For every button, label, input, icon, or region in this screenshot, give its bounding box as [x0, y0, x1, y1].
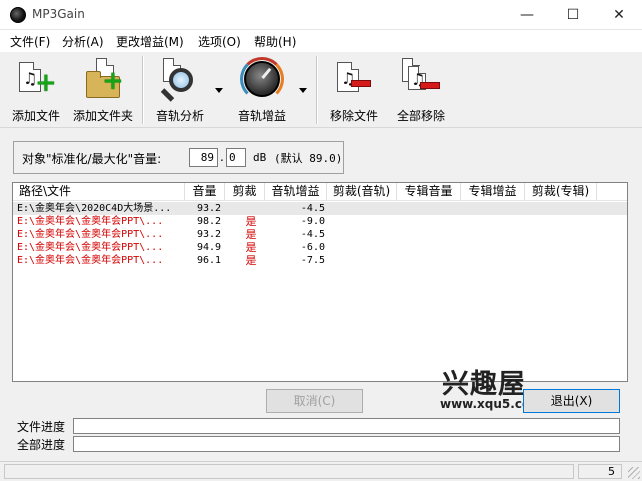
resize-grip-icon[interactable] [628, 467, 640, 479]
remove-all-label: 全部移除 [396, 109, 445, 123]
target-volume-integer-input[interactable]: 89 [189, 148, 218, 167]
row-clip: 是 [245, 254, 257, 267]
menu-file[interactable]: 文件(F) [10, 33, 50, 50]
track-analysis-button[interactable]: 音轨分析 [150, 56, 210, 126]
gain-knob-icon [240, 57, 284, 101]
minimize-button[interactable]: — [504, 0, 550, 30]
file-progress-bar [73, 418, 620, 434]
toolbar: ♫ + 添加文件 + 添加文件夹 音轨分析 音轨增益 ♫ 移除文件 ♫ 全部移除 [0, 52, 642, 128]
table-row[interactable]: E:\金奥年会\金奥年会PPT\... 96.1 是 -7.5 [13, 254, 627, 267]
add-file-label: 添加文件 [11, 109, 60, 123]
db-unit: dB [253, 151, 267, 164]
total-progress-label: 全部进度 [17, 438, 66, 452]
row-path: E:\金奥年会\金奥年会PPT\... [17, 229, 164, 240]
row-clip [231, 202, 271, 215]
add-folder-icon: + [84, 58, 124, 100]
menu-analysis[interactable]: 分析(A) [62, 33, 104, 50]
row-gain: -7.5 [300, 255, 325, 266]
row-clip: 是 [245, 215, 257, 228]
file-progress-label: 文件进度 [17, 420, 66, 434]
default-volume-hint: (默认 89.0) [274, 152, 343, 165]
add-folder-button[interactable]: + 添加文件夹 [70, 56, 136, 126]
table-row[interactable]: E:\金奥年会\金奥年会PPT\... 93.2 是 -4.5 [13, 228, 627, 241]
row-volume: 94.9 [196, 242, 222, 253]
column-track-gain[interactable]: 音轨增益 [265, 183, 327, 201]
row-gain: -4.5 [300, 229, 325, 240]
magnifier-icon [160, 58, 199, 102]
column-clip[interactable]: 剪裁 [225, 183, 265, 201]
row-clip: 是 [245, 228, 257, 241]
decimal-point: . [220, 150, 224, 164]
toolbar-separator [142, 56, 144, 124]
file-count: 5 [578, 464, 622, 479]
column-clip-track[interactable]: 剪裁(音轨) [327, 183, 397, 201]
target-volume-group: 对象"标准化/最大化"音量: 89 . 0 dB (默认 89.0) [13, 141, 344, 174]
total-progress-bar [73, 436, 620, 452]
status-bar: 5 [0, 461, 642, 481]
table-row[interactable]: E:\金奥年会\金奥年会PPT\... 94.9 是 -6.0 [13, 241, 627, 254]
row-volume: 93.2 [196, 203, 222, 214]
track-gain-button[interactable]: 音轨增益 [232, 56, 292, 126]
add-file-button[interactable]: ♫ + 添加文件 [8, 56, 64, 126]
add-file-icon: ♫ + [17, 58, 57, 100]
add-folder-label: 添加文件夹 [72, 109, 133, 123]
close-button[interactable]: ✕ [596, 0, 642, 30]
column-path[interactable]: 路径\文件 [13, 183, 185, 201]
menu-modify-gain[interactable]: 更改增益(M) [116, 33, 184, 50]
menu-options[interactable]: 选项(O) [198, 33, 241, 50]
row-volume: 98.2 [196, 216, 222, 227]
track-gain-dropdown-icon[interactable] [299, 88, 307, 93]
column-album-gain[interactable]: 专辑增益 [461, 183, 525, 201]
track-gain-label: 音轨增益 [237, 109, 286, 123]
title-bar: MP3Gain — ☐ ✕ [0, 0, 642, 30]
row-gain: -4.5 [300, 203, 325, 214]
window-title: MP3Gain [32, 7, 85, 21]
row-volume: 93.2 [196, 229, 222, 240]
file-list[interactable]: 路径\文件 音量 剪裁 音轨增益 剪裁(音轨) 专辑音量 专辑增益 剪裁(专辑)… [12, 182, 628, 382]
menu-bar: 文件(F) 分析(A) 更改增益(M) 选项(O) 帮助(H) [0, 30, 642, 52]
remove-file-label: 移除文件 [329, 109, 378, 123]
remove-file-icon: ♫ [335, 58, 373, 100]
column-clip-album[interactable]: 剪裁(专辑) [525, 183, 597, 201]
track-analysis-dropdown-icon[interactable] [215, 88, 223, 93]
remove-file-button[interactable]: ♫ 移除文件 [326, 56, 382, 126]
status-panel-main [4, 464, 574, 479]
column-volume[interactable]: 音量 [185, 183, 225, 201]
watermark-title: 兴趣屋 [442, 369, 526, 400]
maximize-button[interactable]: ☐ [550, 0, 596, 30]
target-volume-decimal-input[interactable]: 0 [226, 148, 246, 167]
column-album-volume[interactable]: 专辑音量 [397, 183, 461, 201]
table-row[interactable]: E:\金奥年会\金奥年会PPT\... 98.2 是 -9.0 [13, 215, 627, 228]
remove-all-icon: ♫ [402, 58, 440, 100]
cancel-button[interactable]: 取消(C) [266, 389, 363, 413]
row-path: E:\金奥年会\金奥年会PPT\... [17, 216, 164, 227]
remove-all-button[interactable]: ♫ 全部移除 [392, 56, 450, 126]
row-gain: -9.0 [300, 216, 325, 227]
track-analysis-label: 音轨分析 [155, 109, 204, 123]
toolbar-separator [316, 56, 318, 124]
mp3gain-app-icon [10, 7, 26, 23]
target-volume-label: 对象"标准化/最大化"音量: [22, 152, 162, 166]
row-path: E:\金奥年会\金奥年会PPT\... [17, 255, 164, 266]
row-clip: 是 [245, 241, 257, 254]
exit-button[interactable]: 退出(X) [523, 389, 620, 413]
table-row[interactable]: E:\金奥年会\2020C4D大场景... 93.2 -4.5 [13, 202, 627, 215]
row-gain: -6.0 [300, 242, 325, 253]
file-list-header: 路径\文件 音量 剪裁 音轨增益 剪裁(音轨) 专辑音量 专辑增益 剪裁(专辑) [13, 183, 627, 201]
row-path: E:\金奥年会\2020C4D大场景... [17, 203, 172, 214]
menu-help[interactable]: 帮助(H) [254, 33, 296, 50]
row-volume: 96.1 [196, 255, 222, 266]
row-path: E:\金奥年会\金奥年会PPT\... [17, 242, 164, 253]
